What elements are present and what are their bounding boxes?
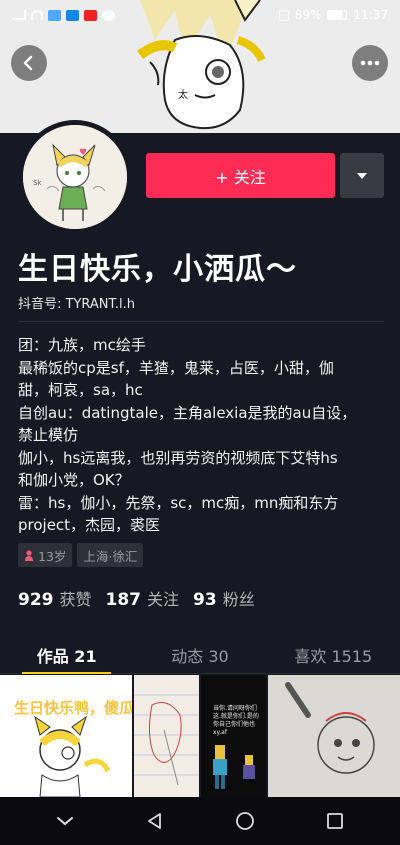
bio-line: 伽小，hs远离我，也别再劳资的视频底下艾特hs	[18, 448, 338, 467]
thumbnail-drawing	[34, 715, 111, 797]
status-right: 89% 11:37	[278, 8, 388, 22]
age-label: 13岁	[38, 548, 67, 564]
nickname: 生日快乐，小洒瓜～	[18, 252, 297, 287]
bio-line: 甜，柯哀，sa，hc	[18, 381, 143, 399]
profile-tags: 13岁 上海·徐汇	[18, 543, 144, 567]
video-thumbnail[interactable]: 当你.请问呀你们这.就是你们.是的你自己你们他也xy.af	[201, 675, 267, 797]
clock: 11:37	[353, 8, 388, 22]
stat-likes-label: 获赞	[59, 590, 92, 609]
chevron-down-icon	[57, 817, 73, 826]
bio-line: project，杰园，裘医	[18, 516, 161, 534]
content-tabs: 作品 21 动态 30 喜欢 1515	[0, 636, 400, 674]
thumbnail-drawing	[213, 745, 255, 789]
divider	[18, 321, 384, 322]
avatar[interactable]: Sk ♥	[18, 120, 132, 234]
age-tag: 13岁	[18, 543, 73, 567]
status-bar: 89% 11:37	[0, 0, 400, 30]
stat-followers[interactable]: 93 粉丝	[193, 586, 255, 610]
svg-text:太: 太	[178, 88, 188, 101]
svg-text:♥: ♥	[79, 148, 87, 158]
wifi-icon	[31, 10, 43, 20]
vibrate-icon	[278, 9, 289, 21]
follow-button[interactable]: + 关注	[146, 153, 335, 198]
video-thumbnail[interactable]	[268, 675, 400, 797]
bio-line: 最稀饭的cp是sf，羊猹，鬼莱，占医，小甜，伽	[18, 358, 334, 377]
location-tag: 上海·徐汇	[77, 543, 144, 567]
app-icon-zhihu	[66, 9, 79, 21]
bio-line: 和伽小党，OK？	[18, 471, 130, 489]
stat-followers-label: 粉丝	[222, 590, 255, 609]
app-icon-music	[48, 9, 61, 21]
nav-recent-button[interactable]	[315, 801, 355, 841]
stat-following-label: 关注	[147, 590, 180, 609]
douyin-id[interactable]: 抖音号: TYRANT.l.h	[18, 293, 135, 312]
female-icon	[25, 549, 33, 561]
triangle-back-icon	[148, 813, 161, 829]
stat-likes[interactable]: 929 获赞	[18, 586, 92, 610]
nav-collapse-button[interactable]	[45, 801, 85, 841]
bio-line: 自创au：datingtale，主角alexia是我的au自设，	[18, 403, 357, 422]
stat-likes-count: 929	[18, 590, 54, 610]
stat-followers-count: 93	[193, 590, 217, 610]
video-thumbnail[interactable]	[133, 675, 199, 797]
bio: 团：九族，mc绘手 最稀饭的cp是sf，羊猹，鬼莱，占医，小甜，伽 甜，柯哀，s…	[18, 334, 388, 537]
status-left-icons	[12, 9, 115, 21]
video-grid: 生日快乐鸭，傻瓜 当你.请问呀你们这.就是你们.是的你自己你们他也xy.af	[0, 675, 400, 797]
chevron-left-icon	[23, 55, 33, 71]
app-icon-red	[84, 9, 97, 21]
thumbnail-drawing	[133, 675, 199, 797]
thumbnail-drawing	[268, 675, 400, 797]
square-recent-icon	[327, 813, 343, 829]
signal-icon	[12, 10, 26, 20]
app-icon-ghost	[102, 9, 115, 21]
more-button[interactable]	[352, 45, 388, 81]
video-thumbnail[interactable]: 生日快乐鸭，傻瓜	[0, 675, 132, 797]
nav-back-button[interactable]	[135, 801, 175, 841]
circle-home-icon	[236, 812, 254, 830]
stat-following[interactable]: 187 关注	[106, 586, 180, 610]
nav-home-button[interactable]	[225, 801, 265, 841]
svg-text:Sk: Sk	[33, 179, 42, 187]
battery-icon	[327, 10, 348, 20]
profile-stats: 929 获赞 187 关注 93 粉丝	[18, 586, 255, 610]
avatar-drawing: Sk ♥	[23, 125, 127, 229]
more-dots-icon	[360, 60, 380, 66]
battery-percent: 89%	[294, 8, 322, 22]
location-label: 上海·徐汇	[83, 548, 138, 564]
bio-line: 团：九族，mc绘手	[18, 336, 146, 354]
back-button[interactable]	[11, 45, 47, 81]
tab-posts[interactable]: 动态 30	[133, 636, 266, 673]
system-nav-bar	[0, 797, 400, 845]
profile-cover: 太 89% 11:37	[0, 0, 400, 133]
stat-following-count: 187	[105, 590, 142, 610]
bio-line: 雷：hs，伽小，先祭，sc，mc痴，mn痴和东方	[18, 493, 339, 512]
tab-works[interactable]: 作品 21	[0, 636, 133, 674]
triangle-down-icon	[357, 172, 367, 179]
recommend-dropdown-button[interactable]	[340, 153, 384, 198]
tab-likes[interactable]: 喜欢 1515	[267, 636, 400, 673]
bio-line: 禁止模仿	[18, 426, 79, 444]
